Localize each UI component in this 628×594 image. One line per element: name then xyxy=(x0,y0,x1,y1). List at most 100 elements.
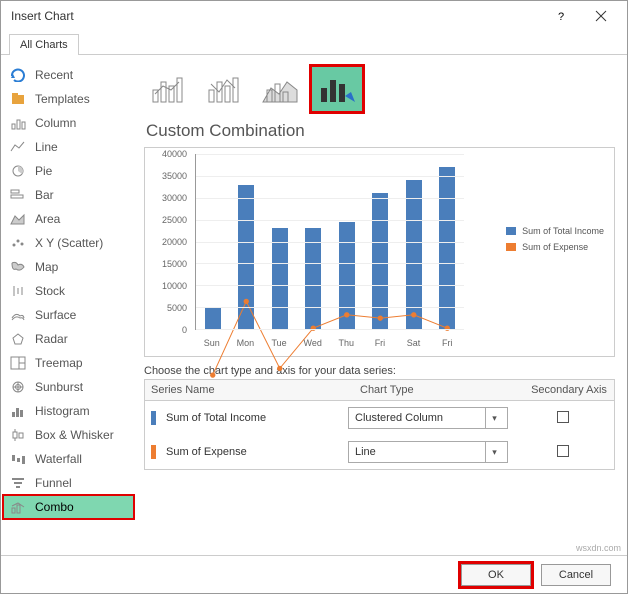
chart-type-icon xyxy=(9,163,27,179)
sidebar-item-label: Funnel xyxy=(35,476,72,490)
subtype-row xyxy=(144,63,615,121)
sidebar-item-label: Histogram xyxy=(35,404,90,418)
subtype-clustered-column-line[interactable] xyxy=(144,67,194,111)
sidebar-item-label: Treemap xyxy=(35,356,83,370)
sidebar-item-label: Bar xyxy=(35,188,54,202)
sidebar-item-column[interactable]: Column xyxy=(3,111,134,135)
secondary-axis-cell xyxy=(518,445,608,460)
sidebar-item-label: Line xyxy=(35,140,58,154)
sidebar-item-sunburst[interactable]: Sunburst xyxy=(3,375,134,399)
sidebar-item-label: Templates xyxy=(35,92,90,106)
sidebar-item-label: Area xyxy=(35,212,60,226)
series-color-swatch xyxy=(151,411,156,425)
sidebar-item-combo[interactable]: Combo xyxy=(3,495,134,519)
sidebar-item-label: Combo xyxy=(35,500,74,514)
question-icon: ? xyxy=(555,10,567,22)
line-series xyxy=(196,154,464,422)
sidebar-item-surface[interactable]: Surface xyxy=(3,303,134,327)
combo-icon-custom xyxy=(317,72,357,106)
chevron-down-icon: ▾ xyxy=(485,408,503,428)
combo-icon-3 xyxy=(261,72,301,106)
dialog-footer: OK Cancel xyxy=(1,555,627,593)
subtype-clustered-column-line-secondary[interactable] xyxy=(200,67,250,111)
sidebar-item-label: Stock xyxy=(35,284,65,298)
chart-type-icon xyxy=(9,451,27,467)
chart-type-dropdown[interactable]: Line ▾ xyxy=(348,441,508,463)
sidebar-item-label: Waterfall xyxy=(35,452,82,466)
chart-type-icon xyxy=(9,211,27,227)
chart-type-icon xyxy=(9,91,27,107)
sidebar-item-templates[interactable]: Templates xyxy=(3,87,134,111)
chart-type-icon xyxy=(9,235,27,251)
combo-icon-1 xyxy=(149,72,189,106)
sidebar-item-radar[interactable]: Radar xyxy=(3,327,134,351)
sidebar-item-label: Surface xyxy=(35,308,76,322)
legend-swatch-line xyxy=(506,243,516,251)
header-secondary-axis: Secondary Axis xyxy=(524,380,614,400)
titlebar: Insert Chart ? xyxy=(1,1,627,31)
dialog-title: Insert Chart xyxy=(11,9,541,23)
legend-swatch-bar xyxy=(506,227,516,235)
chart-type-icon xyxy=(9,67,27,83)
sidebar-item-label: Radar xyxy=(35,332,68,346)
y-axis-ticks: 0500010000150002000025000300003500040000 xyxy=(145,154,191,330)
sidebar-item-box-whisker[interactable]: Box & Whisker xyxy=(3,423,134,447)
watermark: wsxdn.com xyxy=(576,543,621,553)
sidebar-item-line[interactable]: Line xyxy=(3,135,134,159)
sidebar-item-map[interactable]: Map xyxy=(3,255,134,279)
subtype-stacked-area-column[interactable] xyxy=(256,67,306,111)
x-axis-labels: SunMonTueWedThuFriSatFri xyxy=(195,338,464,348)
sidebar-item-waterfall[interactable]: Waterfall xyxy=(3,447,134,471)
chart-type-icon xyxy=(9,427,27,443)
chart-type-icon xyxy=(9,403,27,419)
sidebar-item-label: Pie xyxy=(35,164,52,178)
sidebar-item-pie[interactable]: Pie xyxy=(3,159,134,183)
chevron-down-icon: ▾ xyxy=(485,442,503,462)
secondary-axis-cell xyxy=(518,411,608,426)
sidebar-item-label: Recent xyxy=(35,68,73,82)
sidebar-item-recent[interactable]: Recent xyxy=(3,63,134,87)
close-button[interactable] xyxy=(581,2,621,30)
chart-type-icon xyxy=(9,355,27,371)
sidebar-item-treemap[interactable]: Treemap xyxy=(3,351,134,375)
cancel-button[interactable]: Cancel xyxy=(541,564,611,586)
chart-type-sidebar: Recent Templates Column Line Pie Bar Area X Y (… xyxy=(1,55,136,555)
tab-all-charts[interactable]: All Charts xyxy=(9,34,79,55)
help-button[interactable]: ? xyxy=(541,2,581,30)
secondary-axis-checkbox[interactable] xyxy=(557,411,569,423)
sidebar-item-stock[interactable]: Stock xyxy=(3,279,134,303)
chart-type-icon xyxy=(9,499,27,515)
sidebar-item-label: X Y (Scatter) xyxy=(35,236,103,250)
close-icon xyxy=(595,10,607,22)
chart-type-icon xyxy=(9,307,27,323)
sidebar-item-label: Sunburst xyxy=(35,380,83,394)
sidebar-item-histogram[interactable]: Histogram xyxy=(3,399,134,423)
insert-chart-dialog: Insert Chart ? All Charts Recent Template… xyxy=(0,0,628,594)
chart-type-icon xyxy=(9,139,27,155)
legend-label-1: Sum of Expense xyxy=(522,242,588,252)
subtype-title: Custom Combination xyxy=(146,121,615,141)
chart-type-icon xyxy=(9,475,27,491)
dropdown-value: Line xyxy=(355,446,376,458)
sidebar-item-x-y-scatter-[interactable]: X Y (Scatter) xyxy=(3,231,134,255)
chart-type-icon xyxy=(9,331,27,347)
sidebar-item-label: Box & Whisker xyxy=(35,428,114,442)
secondary-axis-checkbox[interactable] xyxy=(557,445,569,457)
sidebar-item-funnel[interactable]: Funnel xyxy=(3,471,134,495)
chart-plot-area xyxy=(195,154,464,330)
chart-legend: Sum of Total Income Sum of Expense xyxy=(506,226,604,258)
tab-row: All Charts xyxy=(1,31,627,55)
subtype-custom-combination[interactable] xyxy=(312,67,362,111)
svg-text:?: ? xyxy=(558,11,564,22)
chart-preview[interactable]: 0500010000150002000025000300003500040000… xyxy=(144,147,615,357)
ok-button[interactable]: OK xyxy=(461,564,531,586)
chart-type-icon xyxy=(9,379,27,395)
chart-type-icon xyxy=(9,115,27,131)
chart-type-icon xyxy=(9,259,27,275)
series-name-label: Sum of Expense xyxy=(166,446,348,458)
sidebar-item-bar[interactable]: Bar xyxy=(3,183,134,207)
combo-icon-2 xyxy=(205,72,245,106)
main-panel: Custom Combination 050001000015000200002… xyxy=(136,55,627,555)
chart-type-icon xyxy=(9,283,27,299)
sidebar-item-area[interactable]: Area xyxy=(3,207,134,231)
